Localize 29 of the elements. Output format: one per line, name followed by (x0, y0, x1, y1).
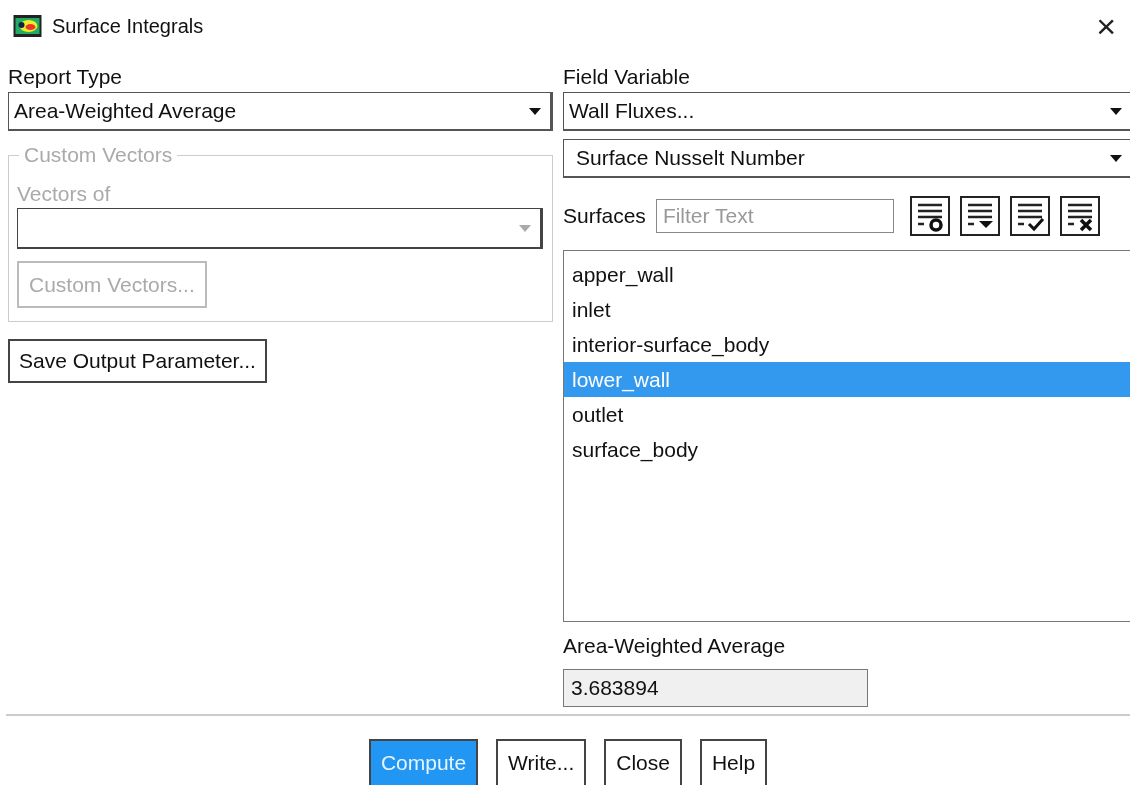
dialog-button[interactable]: Write... (496, 739, 587, 785)
dropdown-list-icon[interactable] (959, 196, 1000, 236)
surface-list-item[interactable]: surface_body (564, 432, 1130, 467)
caret-icon (1110, 154, 1122, 162)
result-field: 3.683894 (563, 669, 868, 707)
app-icon (13, 15, 42, 37)
report-type-dropdown[interactable]: Area-Weighted Average (8, 92, 553, 131)
vectors-of-label: Vectors of (17, 181, 111, 207)
surface-list-item[interactable]: interior-surface_body (564, 327, 1130, 362)
caret-icon (1110, 107, 1122, 115)
check-list-icon[interactable] (1009, 196, 1050, 236)
surface-list-item[interactable]: outlet (564, 397, 1130, 432)
caret-icon (519, 224, 531, 232)
dialog-button[interactable]: Help (699, 739, 768, 785)
dialog-button[interactable]: Close (604, 739, 682, 785)
report-type-label: Report Type (8, 64, 122, 90)
surfaces-label: Surfaces (563, 203, 646, 229)
surface-list-item[interactable]: apper_wall (564, 257, 1130, 292)
result-label: Area-Weighted Average (563, 633, 786, 659)
field-variable-label: Field Variable (563, 64, 690, 90)
save-output-parameter-button[interactable]: Save Output Parameter... (8, 339, 267, 383)
close-button[interactable]: × (1090, 9, 1122, 43)
surface-list-item[interactable]: inlet (564, 292, 1130, 327)
field-variable-dropdown[interactable]: Surface Nusselt Number (563, 139, 1130, 178)
window-title: Surface Integrals (52, 14, 204, 38)
clear-list-icon[interactable] (1059, 196, 1100, 236)
filter-field[interactable]: Filter Text (655, 199, 894, 233)
field-category-dropdown[interactable]: Wall Fluxes... (563, 92, 1130, 131)
caret-icon (529, 107, 541, 115)
